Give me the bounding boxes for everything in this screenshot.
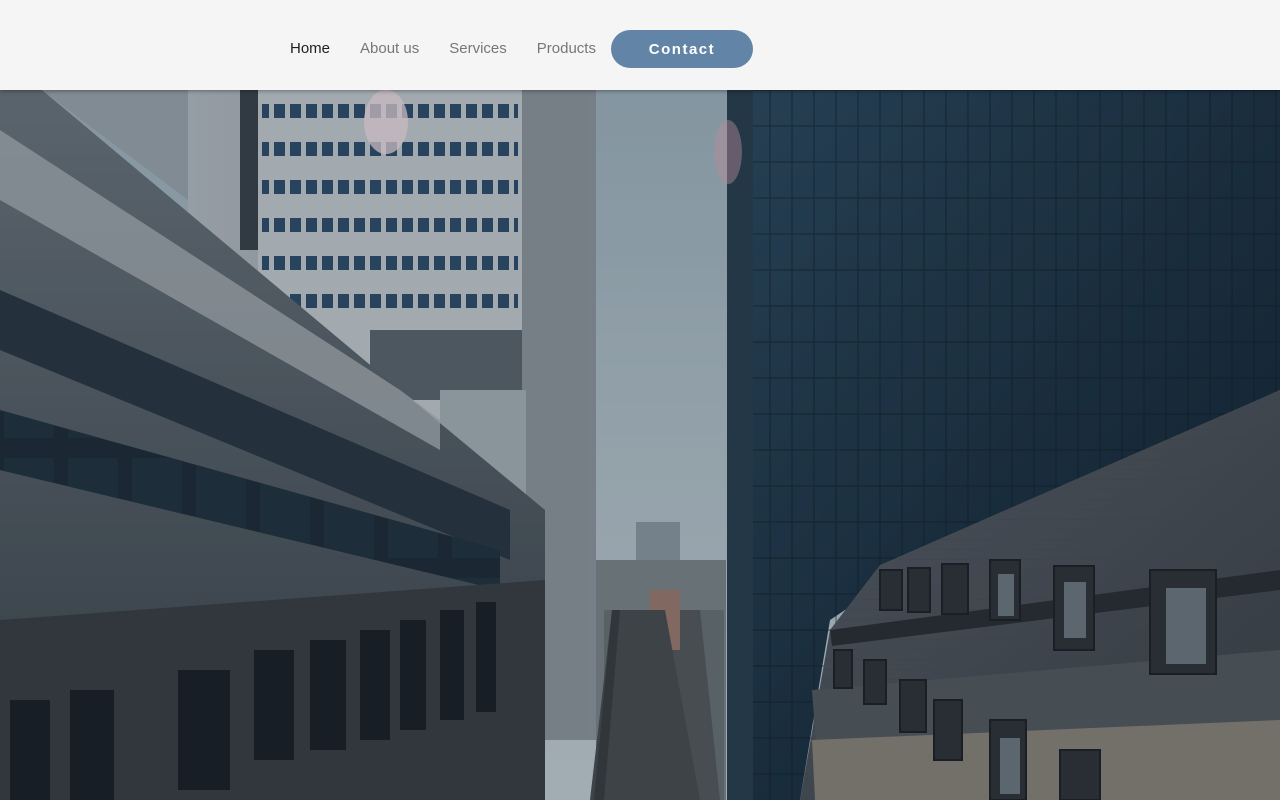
nav-services[interactable]: Services	[434, 30, 522, 68]
nav-home[interactable]: Home	[275, 30, 345, 68]
city-skyline-image	[0, 90, 1280, 800]
site-header: Home About us Services Products Contact	[0, 0, 1280, 90]
main-nav: Home About us Services Products Contact	[275, 30, 753, 68]
nav-products[interactable]: Products	[522, 30, 611, 68]
nav-about-us[interactable]: About us	[345, 30, 434, 68]
hero-background-image	[0, 90, 1280, 800]
contact-button[interactable]: Contact	[610, 30, 753, 68]
